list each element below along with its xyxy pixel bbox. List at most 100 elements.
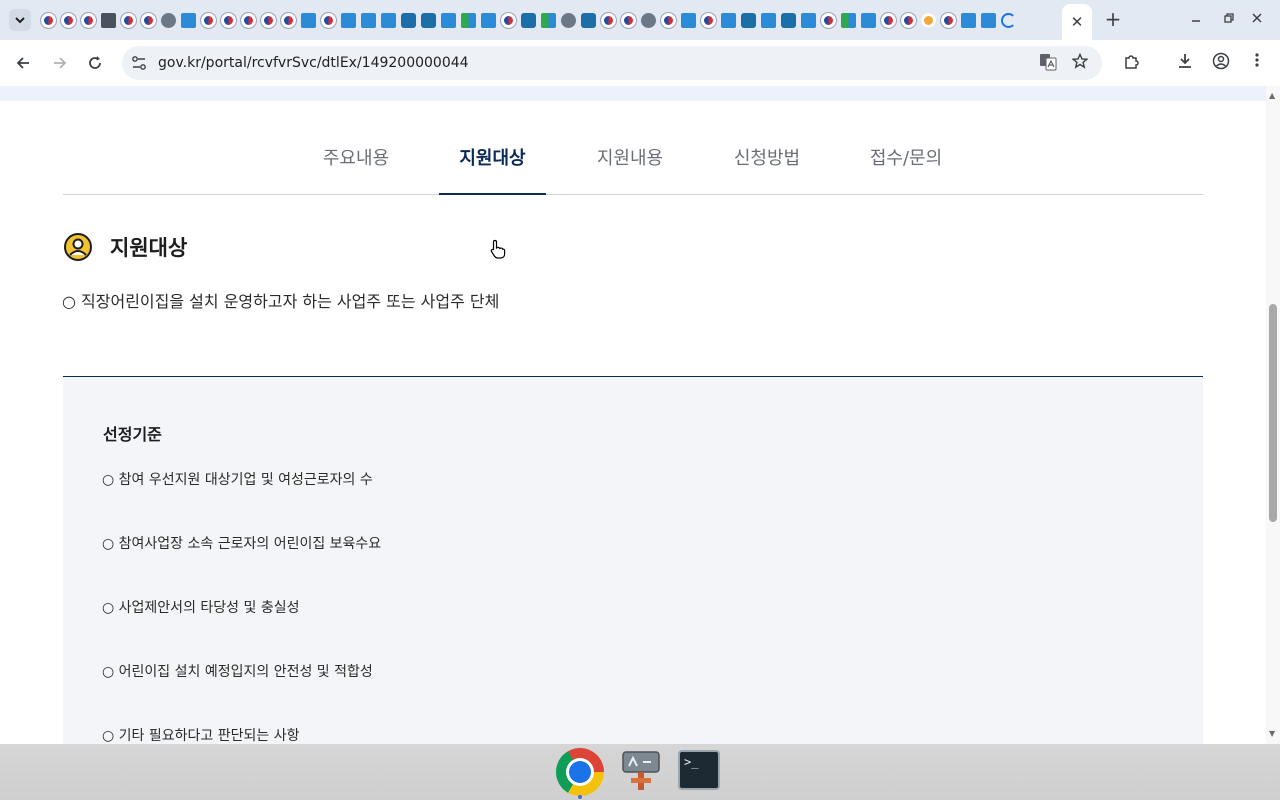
tools-icon[interactable] — [617, 748, 665, 796]
flag-favicon-tab[interactable] — [258, 11, 278, 29]
flag-favicon-tab[interactable] — [698, 11, 718, 29]
blue-favicon-tab[interactable] — [678, 11, 698, 29]
blue-favicon-tab[interactable] — [798, 11, 818, 29]
close-tab-icon[interactable]: ✕ — [1071, 13, 1084, 31]
criteria-item: ○ 어린이집 설치 예정입지의 안전성 및 적합성 — [102, 664, 373, 680]
address-bar[interactable]: gov.kr/portal/rcvfvrSvc/dtlEx/1492000000… — [122, 46, 1102, 80]
blue-favicon-tab[interactable] — [338, 11, 358, 29]
orange-favicon-tab[interactable] — [918, 11, 938, 29]
url-text[interactable]: gov.kr/portal/rcvfvrSvc/dtlEx/1492000000… — [158, 54, 469, 72]
blue-favicon-icon — [760, 12, 776, 28]
flag-favicon-tab[interactable] — [938, 11, 958, 29]
teal-favicon-tab[interactable] — [518, 11, 538, 29]
hand-cursor-icon — [490, 239, 506, 259]
teal-favicon-tab[interactable] — [578, 11, 598, 29]
blue-favicon-tab[interactable] — [858, 11, 878, 29]
restore-button[interactable] — [1217, 9, 1241, 31]
extensions-button[interactable] — [1121, 52, 1143, 74]
flag-favicon-tab[interactable] — [78, 11, 98, 29]
flag-favicon-tab[interactable] — [318, 11, 338, 29]
minimize-button[interactable] — [1184, 9, 1208, 31]
green-favicon-icon — [460, 12, 476, 28]
blue-favicon-tab[interactable] — [958, 11, 978, 29]
kebab-menu-icon — [1255, 53, 1259, 67]
green-favicon-tab[interactable] — [838, 11, 858, 29]
page-scrollbar[interactable]: ▲ ▼ — [1266, 86, 1280, 744]
flag-favicon-tab[interactable] — [618, 11, 638, 29]
flag-favicon-tab[interactable] — [198, 11, 218, 29]
minimize-icon — [1192, 20, 1200, 22]
tab-support-content[interactable]: 지원내용 — [596, 144, 664, 195]
flag-favicon-tab[interactable] — [238, 11, 258, 29]
blue-favicon-tab[interactable] — [378, 11, 398, 29]
globe-favicon-tab[interactable] — [638, 11, 658, 29]
terminal-icon[interactable]: >_ — [678, 750, 720, 790]
globe-favicon-tab[interactable] — [558, 11, 578, 29]
tab-application-method[interactable]: 신청방법 — [733, 144, 801, 195]
restore-icon — [1224, 13, 1234, 23]
scrollbar-thumb[interactable] — [1269, 304, 1277, 522]
back-button[interactable] — [9, 49, 37, 77]
tab-main-content[interactable]: 주요내용 — [322, 144, 390, 195]
new-tab-button[interactable]: + — [1102, 8, 1124, 30]
flag-favicon-tab[interactable] — [278, 11, 298, 29]
blue-favicon-tab[interactable] — [178, 11, 198, 29]
dark-favicon-tab[interactable] — [98, 11, 118, 29]
teal-favicon-icon — [580, 12, 596, 28]
teal-favicon-tab[interactable] — [778, 11, 798, 29]
blue-favicon-tab[interactable] — [358, 11, 378, 29]
scroll-up-arrow-icon[interactable]: ▲ — [1269, 92, 1277, 100]
teal-favicon-icon — [400, 12, 416, 28]
chrome-icon[interactable] — [556, 748, 604, 796]
flag-favicon-tab[interactable] — [898, 11, 918, 29]
blue-favicon-tab[interactable] — [718, 11, 738, 29]
load-favicon-tab[interactable] — [998, 11, 1018, 29]
download-icon — [1179, 54, 1191, 68]
flag-favicon-tab[interactable] — [658, 11, 678, 29]
reload-button[interactable] — [81, 49, 109, 77]
flag-favicon-tab[interactable] — [598, 11, 618, 29]
blue-favicon-tab[interactable] — [298, 11, 318, 29]
flag-favicon-tab[interactable] — [878, 11, 898, 29]
flag-favicon-icon — [240, 12, 256, 28]
teal-favicon-tab[interactable] — [738, 11, 758, 29]
green-favicon-tab[interactable] — [538, 11, 558, 29]
scroll-down-arrow-icon[interactable]: ▼ — [1269, 730, 1277, 738]
flag-favicon-tab[interactable] — [818, 11, 838, 29]
content-tabs: 주요내용 지원대상 지원내용 신청방법 접수/문의 — [63, 126, 1203, 195]
forward-arrow-icon — [54, 57, 67, 69]
flag-favicon-tab[interactable] — [218, 11, 238, 29]
bookmark-star-icon[interactable] — [1070, 52, 1090, 73]
flag-favicon-tab[interactable] — [118, 11, 138, 29]
forward-button[interactable] — [46, 49, 74, 77]
flag-favicon-tab[interactable] — [498, 11, 518, 29]
page-viewport: 주요내용 지원대상 지원내용 신청방법 접수/문의 지원대상 ○ 직장어린이집을… — [0, 86, 1266, 744]
globe-favicon-tab[interactable] — [158, 11, 178, 29]
chevron-down-icon — [15, 17, 25, 24]
flag-favicon-tab[interactable] — [38, 11, 58, 29]
flag-favicon-tab[interactable] — [138, 11, 158, 29]
blue-favicon-icon — [960, 12, 976, 28]
site-info-icon[interactable] — [130, 54, 148, 72]
downloads-button[interactable] — [1174, 52, 1196, 74]
tab-eligibility[interactable]: 지원대상 — [439, 144, 546, 195]
criteria-title: 선정기준 — [103, 425, 162, 444]
translate-icon[interactable] — [1038, 53, 1058, 73]
globe-favicon-icon — [640, 12, 656, 28]
blue-favicon-tab[interactable] — [758, 11, 778, 29]
menu-button[interactable] — [1246, 52, 1268, 74]
flag-favicon-tab[interactable] — [58, 11, 78, 29]
teal-favicon-tab[interactable] — [398, 11, 418, 29]
profile-button[interactable] — [1210, 52, 1232, 74]
close-window-button[interactable] — [1245, 9, 1269, 31]
star-icon — [1071, 52, 1089, 69]
blue-favicon-tab[interactable] — [478, 11, 498, 29]
active-tab[interactable]: ✕ — [1062, 4, 1092, 40]
blue-favicon-tab[interactable] — [978, 11, 998, 29]
tab-search-button[interactable] — [9, 9, 31, 31]
tab-inquiry[interactable]: 접수/문의 — [869, 144, 943, 195]
teal-favicon-tab[interactable] — [418, 11, 438, 29]
blue-favicon-tab[interactable] — [438, 11, 458, 29]
green-favicon-tab[interactable] — [458, 11, 478, 29]
flag-favicon-icon — [620, 12, 636, 28]
